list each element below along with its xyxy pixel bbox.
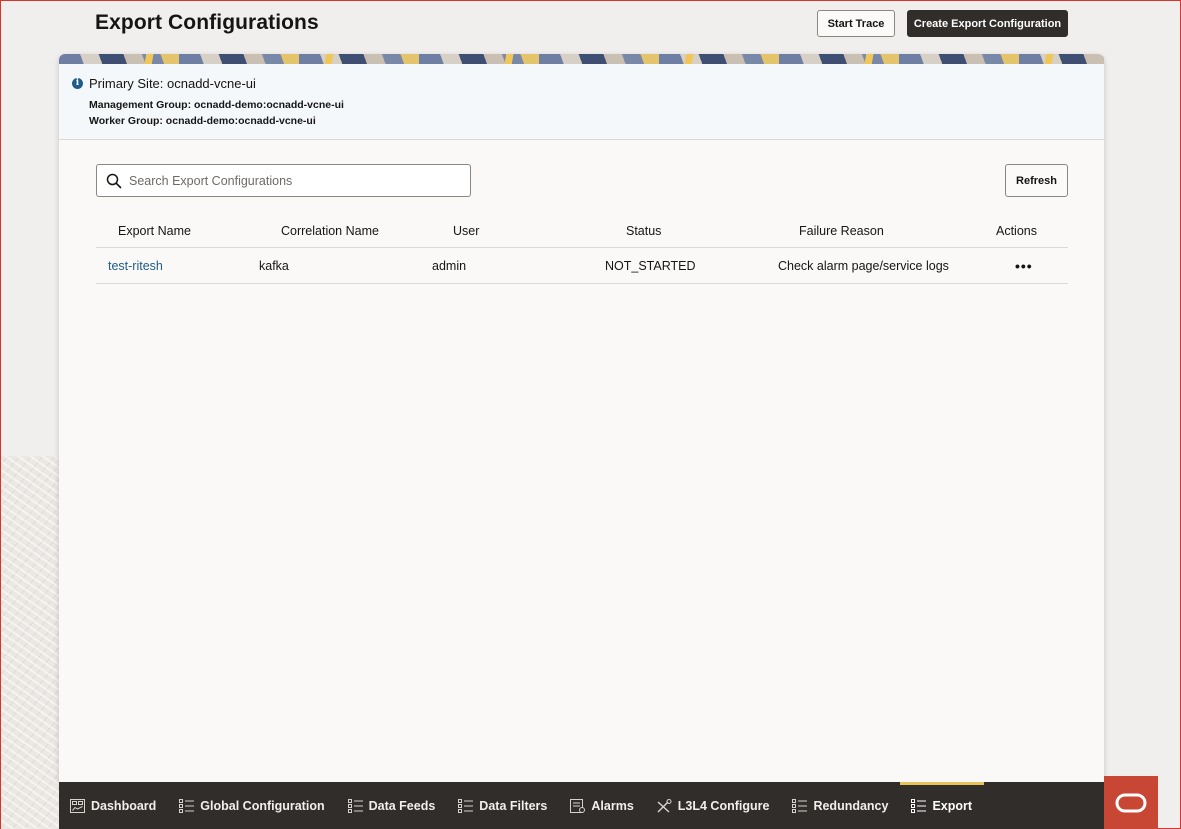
status-cell: NOT_STARTED: [605, 258, 696, 273]
management-group-label: Management Group: ocnadd-demo:ocnadd-vcn…: [89, 99, 344, 111]
search-box[interactable]: [96, 164, 471, 197]
column-header-failure-reason[interactable]: Failure Reason: [799, 214, 884, 247]
more-actions-icon[interactable]: •••: [1015, 248, 1033, 283]
site-info-panel: i Primary Site: ocnadd-vcne-ui Managemen…: [59, 64, 1104, 140]
nav-label: Alarms: [591, 799, 634, 813]
export-card: i Primary Site: ocnadd-vcne-ui Managemen…: [59, 54, 1104, 782]
list-icon: [179, 799, 195, 813]
nav-label: Redundancy: [813, 799, 889, 813]
column-header-status[interactable]: Status: [626, 214, 661, 247]
list-icon: [458, 799, 474, 813]
table-header: Export Name Correlation Name User Status…: [96, 214, 1068, 248]
tools-icon: [657, 799, 672, 813]
nav-label: Dashboard: [91, 799, 157, 813]
nav-label: L3L4 Configure: [677, 799, 770, 813]
worker-group-label: Worker Group: ocnadd-demo:ocnadd-vcne-ui: [89, 115, 316, 127]
alarm-icon: [570, 799, 586, 813]
column-header-correlation-name[interactable]: Correlation Name: [281, 214, 379, 247]
user-cell: admin: [432, 258, 467, 273]
nav-item-data-feeds[interactable]: Data Feeds: [337, 782, 448, 829]
decorative-banner: [59, 54, 1104, 64]
list-icon: [792, 799, 808, 813]
background-texture: [1, 456, 59, 829]
list-icon: [911, 799, 927, 813]
search-input[interactable]: [129, 165, 464, 196]
export-table: Export Name Correlation Name User Status…: [96, 214, 1068, 284]
oracle-logo-icon: [1115, 793, 1147, 813]
create-export-configuration-button[interactable]: Create Export Configuration: [907, 10, 1068, 37]
table-row[interactable]: test-ritesh kafka admin NOT_STARTED Chec…: [96, 248, 1068, 284]
nav-label: Export: [932, 799, 973, 813]
nav-item-dashboard[interactable]: Dashboard: [59, 782, 168, 829]
refresh-button[interactable]: Refresh: [1005, 164, 1068, 197]
info-icon: i: [72, 78, 83, 89]
page-title: Export Configurations: [95, 11, 319, 34]
nav-item-l3l4-configure[interactable]: L3L4 Configure: [646, 782, 782, 829]
column-header-export-name[interactable]: Export Name: [118, 214, 191, 247]
list-icon: [347, 799, 363, 813]
correlation-name-cell: kafka: [259, 258, 289, 273]
nav-label: Global Configuration: [200, 799, 325, 813]
bottom-navigation: Dashboard Global Configuration Data Feed…: [59, 782, 1104, 829]
oracle-logo[interactable]: [1104, 776, 1158, 829]
nav-label: Data Feeds: [368, 799, 436, 813]
export-name-link[interactable]: test-ritesh: [108, 248, 163, 283]
dashboard-icon: [70, 799, 85, 813]
primary-site-label: Primary Site: ocnadd-vcne-ui: [89, 76, 256, 91]
nav-item-data-filters[interactable]: Data Filters: [447, 782, 559, 829]
nav-item-redundancy[interactable]: Redundancy: [781, 782, 900, 829]
column-header-actions: Actions: [996, 223, 1037, 238]
column-header-user[interactable]: User: [453, 214, 479, 247]
nav-label: Data Filters: [479, 799, 548, 813]
failure-reason-cell: Check alarm page/service logs: [778, 258, 949, 273]
nav-item-export[interactable]: Export: [900, 782, 984, 829]
search-icon: [106, 173, 122, 189]
start-trace-button[interactable]: Start Trace: [817, 10, 895, 37]
nav-item-alarms[interactable]: Alarms: [559, 782, 645, 829]
nav-item-global-configuration[interactable]: Global Configuration: [168, 782, 336, 829]
